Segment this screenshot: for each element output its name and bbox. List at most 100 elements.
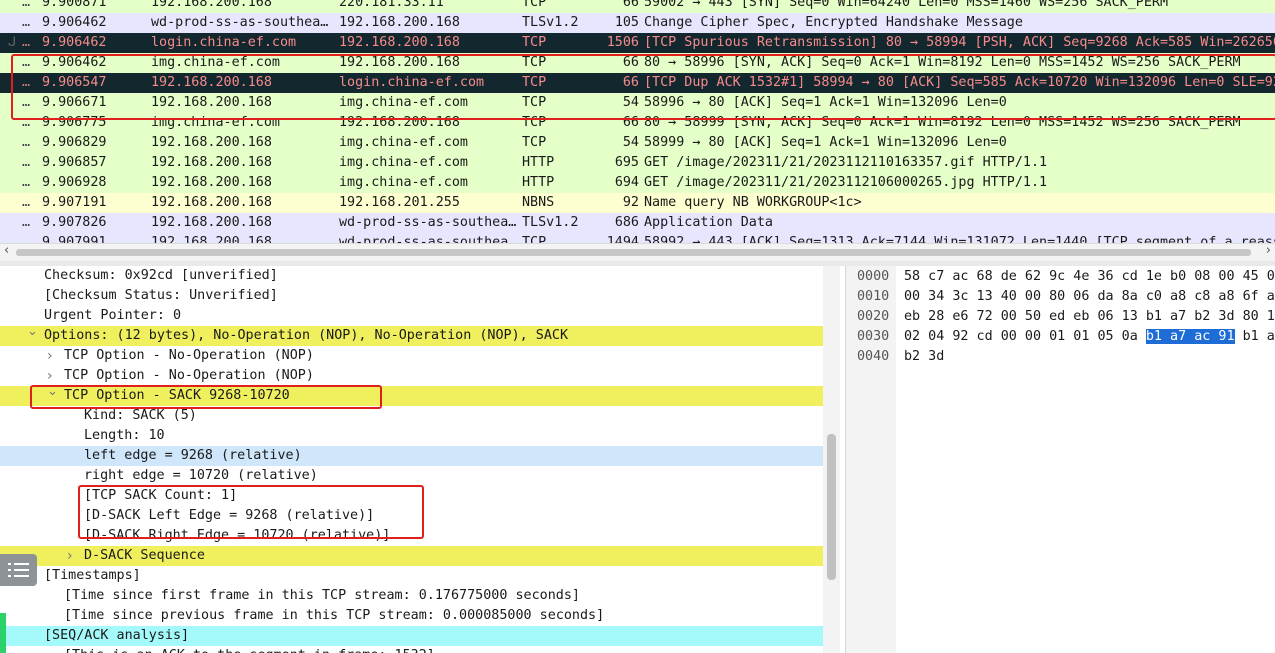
- packet-protocol-cell: TLSv1.2: [522, 15, 579, 30]
- hex-bytes-line[interactable]: 58 c7 ac 68 de 62 9c 4e 36 cd 1e b0 08 0…: [904, 267, 1275, 287]
- packet-row[interactable]: … 9.906671 192.168.200.168 img.china-ef.com…: [0, 93, 1275, 113]
- chevron-down-icon[interactable]: ⌄: [47, 382, 58, 402]
- hex-bytes: 02 04 92 cd 00 00 01 01 05 0a: [904, 329, 1146, 344]
- detail-tree-item[interactable]: left edge = 9268 (relative): [0, 446, 823, 466]
- hex-bytes: 58 c7 ac 68 de 62 9c 4e 36 cd 1e b0 08 0…: [904, 269, 1275, 284]
- packet-row[interactable]: … 9.906462 img.china-ef.com 192.168.200.168…: [0, 53, 1275, 73]
- detail-tree-label: [SEQ/ACK analysis]: [44, 628, 190, 643]
- packet-length-cell: 694: [614, 175, 639, 190]
- detail-tree-item[interactable]: [D-SACK Right Edge = 10720 (relative)]: [0, 526, 823, 546]
- packet-length-cell: 66: [622, 75, 639, 90]
- scrollbar-thumb[interactable]: [16, 249, 1251, 256]
- detail-tree-item[interactable]: ⌄ Options: (12 bytes), No-Operation (NOP)…: [0, 324, 823, 346]
- packet-row[interactable]: … 9.906547 192.168.200.168 login.china-ef.c…: [0, 73, 1275, 93]
- packet-list[interactable]: … 9.900871 192.168.200.168 220.181.33.11 TCP…: [0, 0, 1275, 243]
- detail-tree-item[interactable]: [D-SACK Left Edge = 9268 (relative)]: [0, 506, 823, 526]
- packet-protocol-cell: TCP: [522, 95, 547, 110]
- hex-bytes-line[interactable]: 00 34 3c 13 40 00 80 06 da 8a c0 a8 c8 a…: [904, 287, 1275, 307]
- packet-info-cell: GET /image/202311/21/2023112106000265.jp…: [644, 175, 1048, 190]
- detail-tree-label: Kind: SACK (5): [84, 408, 197, 423]
- detail-tree-item[interactable]: [This is an ACK to the segment in frame:…: [0, 646, 823, 653]
- packet-source-cell: 192.168.200.168: [151, 175, 272, 190]
- packet-time: 9.906462: [42, 15, 107, 30]
- packet-protocol-cell: TCP: [522, 35, 547, 50]
- packet-row[interactable]: … 9.906857 192.168.200.168 img.china-ef.com…: [0, 153, 1275, 173]
- detail-tree-label: Urgent Pointer: 0: [44, 308, 182, 323]
- scrollbar-thumb[interactable]: [827, 434, 836, 580]
- detail-tree-item[interactable]: [TCP SACK Count: 1]: [0, 486, 823, 506]
- packet-row[interactable]: … 9.907191 192.168.200.168 192.168.201.255 N…: [0, 193, 1275, 213]
- detail-tree-item[interactable]: › TCP Option - No-Operation (NOP): [0, 366, 823, 386]
- detail-tree-item[interactable]: [Checksum Status: Unverified]: [0, 286, 823, 306]
- detail-tree-item[interactable]: Kind: SACK (5): [0, 406, 823, 426]
- chevron-right-icon[interactable]: ›: [47, 346, 53, 366]
- packet-row[interactable]: … 9.906462 wd-prod-ss-as-southea… 192.168.2…: [0, 13, 1275, 33]
- packet-row[interactable]: ᒍ … 9.906462 login.china-ef.com 192.168.200.…: [0, 33, 1275, 53]
- packet-length-cell: 54: [622, 135, 639, 150]
- detail-tree-item[interactable]: › TCP Option - No-Operation (NOP): [0, 346, 823, 366]
- packet-destination-cell: img.china-ef.com: [339, 175, 468, 190]
- detail-tree-label: TCP Option - No-Operation (NOP): [64, 368, 314, 383]
- hex-bytes-line[interactable]: eb 28 e6 72 00 50 ed eb 06 13 b1 a7 b2 3…: [904, 307, 1275, 327]
- packet-row[interactable]: … 9.907991 192.168.200.168 wd-prod-ss-as-so…: [0, 233, 1275, 243]
- ellipsis-prefix: …: [22, 0, 31, 10]
- packet-row[interactable]: … 9.900871 192.168.200.168 220.181.33.11 TCP…: [0, 0, 1275, 13]
- packet-time: 9.906462: [42, 35, 107, 50]
- packet-bytes-pane[interactable]: 0000 58 c7 ac 68 de 62 9c 4e 36 cd 1e b0 …: [845, 266, 1275, 653]
- detail-tree-item[interactable]: Checksum: 0x92cd [unverified]: [0, 266, 823, 286]
- packet-details-tree[interactable]: Checksum: 0x92cd [unverified] [Checksum S…: [0, 266, 840, 653]
- chevron-right-icon[interactable]: ›: [67, 546, 73, 566]
- detail-tree-label: [Time since previous frame in this TCP s…: [64, 608, 605, 623]
- hex-bytes-line[interactable]: 02 04 92 cd 00 00 01 01 05 0a b1 a7 ac 9…: [904, 327, 1275, 347]
- packet-row[interactable]: … 9.907826 192.168.200.168 wd-prod-ss-as-so…: [0, 213, 1275, 233]
- detail-tree-item[interactable]: › D-SACK Sequence: [0, 546, 823, 566]
- list-menu-button[interactable]: [0, 554, 37, 586]
- detail-tree-label: [D-SACK Right Edge = 10720 (relative)]: [84, 528, 391, 543]
- packet-time: 9.907191: [42, 195, 107, 210]
- chevron-down-icon[interactable]: ⌄: [27, 322, 38, 342]
- packet-row[interactable]: … 9.906928 192.168.200.168 img.china-ef.com…: [0, 173, 1275, 193]
- ellipsis-prefix: …: [22, 235, 31, 243]
- hex-bytes: b2 3d: [904, 349, 945, 364]
- detail-tree-item[interactable]: Length: 10: [0, 426, 823, 446]
- packet-protocol-cell: TCP: [522, 75, 547, 90]
- details-vertical-scrollbar[interactable]: [823, 266, 840, 653]
- packet-protocol-cell: HTTP: [522, 175, 555, 190]
- scroll-left-icon[interactable]: ‹: [4, 243, 9, 258]
- packet-info-cell: GET /image/202311/21/2023112110163357.gi…: [644, 155, 1048, 170]
- packet-row[interactable]: … 9.906829 192.168.200.168 img.china-ef.com…: [0, 133, 1275, 153]
- hex-bytes-line[interactable]: b2 3d: [904, 347, 944, 367]
- packet-info-cell: 58996 → 80 [ACK] Seq=1 Ack=1 Win=132096 …: [644, 95, 1007, 110]
- detail-tree-item[interactable]: ⌄ TCP Option - SACK 9268-10720: [0, 384, 823, 406]
- packet-info-cell: Name query NB WORKGROUP<1c>: [644, 195, 862, 210]
- packet-info-cell: Application Data: [644, 215, 773, 230]
- detail-tree-item[interactable]: [Time since first frame in this TCP stre…: [0, 586, 823, 606]
- packet-row[interactable]: … 9.906775 img.china-ef.com 192.168.200.168…: [0, 113, 1275, 133]
- scroll-right-icon[interactable]: ›: [1266, 243, 1271, 258]
- packet-protocol-cell: HTTP: [522, 155, 555, 170]
- packet-list-horizontal-scrollbar[interactable]: ‹ ›: [0, 243, 1275, 261]
- packet-protocol-cell: TLSv1.2: [522, 215, 579, 230]
- packet-destination-cell: img.china-ef.com: [339, 135, 468, 150]
- packet-length-cell: 66: [622, 55, 639, 70]
- detail-tree-item[interactable]: [SEQ/ACK analysis]: [0, 626, 823, 646]
- detail-tree-label: left edge = 9268 (relative): [84, 448, 302, 463]
- detail-tree-item[interactable]: Urgent Pointer: 0: [0, 306, 823, 326]
- ellipsis-prefix: …: [22, 75, 31, 90]
- ellipsis-prefix: …: [22, 175, 31, 190]
- packet-destination-cell: wd-prod-ss-as-southea…: [339, 235, 517, 243]
- detail-tree-item[interactable]: [Time since previous frame in this TCP s…: [0, 606, 823, 626]
- packet-time: 9.907826: [42, 215, 107, 230]
- byte-offset: 0020: [857, 309, 890, 324]
- detail-tree-item[interactable]: [Timestamps]: [0, 566, 823, 586]
- detail-tree-item[interactable]: right edge = 10720 (relative): [0, 466, 823, 486]
- byte-offset: 0040: [857, 349, 890, 364]
- packet-protocol-cell: TCP: [522, 235, 547, 243]
- packet-info-cell: [TCP Spurious Retransmission] 80 → 58994…: [644, 35, 1275, 50]
- packet-info-cell: Change Cipher Spec, Encrypted Handshake …: [644, 15, 1023, 30]
- hex-bytes: eb 28 e6 72 00 50 ed eb 06 13 b1 a7 b2 3…: [904, 309, 1275, 324]
- packet-destination-cell: img.china-ef.com: [339, 155, 468, 170]
- selected-bytes: b1 a7 ac 91: [1145, 329, 1235, 344]
- packet-protocol-cell: TCP: [522, 55, 547, 70]
- packet-info-cell: 58992 → 443 [ACK] Seq=1313 Ack=7144 Win=…: [644, 235, 1275, 243]
